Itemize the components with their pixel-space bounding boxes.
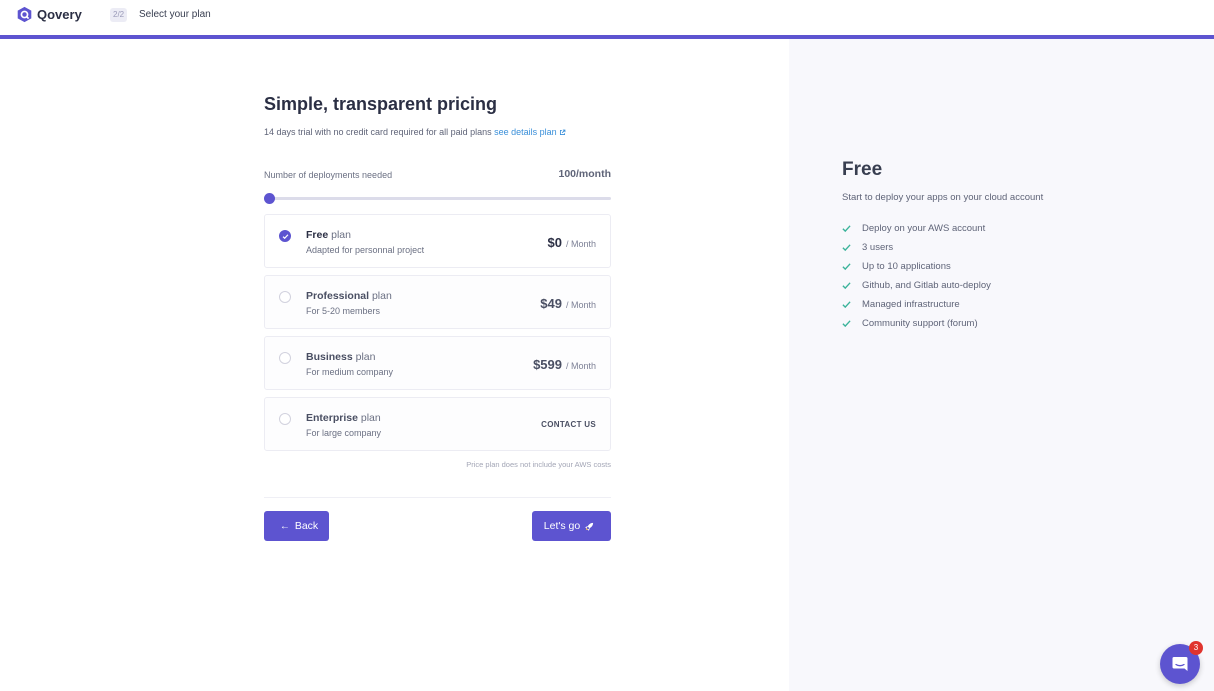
page-subtitle: 14 days trial with no credit card requir… — [264, 127, 566, 137]
plan-name-suffix: plan — [360, 412, 381, 424]
chat-launcher-button[interactable]: 3 — [1160, 641, 1203, 684]
divider — [264, 497, 611, 498]
summary-title: Free — [842, 159, 883, 180]
plan-radio-business[interactable] — [279, 352, 291, 364]
plan-radio-professional[interactable] — [279, 291, 291, 303]
plan-description: For large company — [306, 428, 382, 438]
plan-description: For medium company — [306, 367, 394, 377]
plan-list: Free plan Adapted for personnal project … — [264, 214, 611, 458]
deployments-label: Number of deployments needed — [264, 170, 393, 180]
plan-name-strong: Free — [306, 229, 329, 241]
plan-name: Free plan — [306, 229, 351, 241]
deployments-value: 100/month — [558, 168, 611, 180]
plan-description: For 5-20 members — [306, 306, 381, 316]
summary-subtitle: Start to deploy your apps on your cloud … — [842, 192, 1044, 203]
check-icon — [842, 320, 851, 328]
subtitle-text: 14 days trial with no credit card requir… — [264, 127, 492, 137]
plan-summary-panel: Free Start to deploy your apps on your c… — [789, 39, 1214, 691]
lets-go-button-label: Let's go — [543, 520, 581, 532]
lets-go-button[interactable]: Let's go — [532, 511, 611, 541]
page-title: Simple, transparent pricing — [264, 94, 498, 114]
check-icon — [842, 225, 851, 233]
details-plan-link[interactable]: see details plan — [494, 127, 566, 137]
plan-name-suffix: plan — [331, 229, 351, 241]
plan-radio-free[interactable] — [279, 230, 291, 242]
feature-text: Github, and Gitlab auto-deploy — [862, 280, 991, 291]
price-period: / Month — [565, 361, 596, 371]
plan-name-strong: Business — [306, 351, 353, 363]
brand-logo[interactable]: Qovery — [16, 6, 82, 23]
step-title: Select your plan — [139, 9, 211, 20]
price-amount: $49 — [540, 296, 562, 311]
plan-name-strong: Professional — [306, 290, 370, 302]
check-icon — [282, 234, 289, 240]
back-button[interactable]: ← Back — [264, 511, 329, 541]
contact-us-link[interactable]: CONTACT US — [541, 420, 596, 429]
plan-name-strong: Enterprise — [306, 412, 358, 424]
plan-name: Business plan — [306, 351, 375, 363]
plan-description: Adapted for personnal project — [306, 245, 425, 255]
chat-icon — [1172, 657, 1188, 671]
feature-list: Deploy on your AWS account 3 users Up to… — [842, 219, 991, 333]
plan-price: $599 / Month — [533, 357, 596, 372]
feature-item: Up to 10 applications — [842, 257, 991, 276]
plan-option-free[interactable]: Free plan Adapted for personnal project … — [264, 214, 611, 268]
step-counter: 2/2 — [110, 8, 128, 22]
feature-text: Up to 10 applications — [862, 261, 951, 272]
feature-text: Managed infrastructure — [862, 299, 960, 310]
plan-option-professional[interactable]: Professional plan For 5-20 members $49 /… — [264, 275, 611, 329]
top-bar: Qovery 2/2 Select your plan — [0, 0, 1214, 39]
deployments-slider-track[interactable] — [264, 197, 611, 200]
brand-name: Qovery — [37, 7, 82, 22]
plan-name: Professional plan — [306, 290, 392, 302]
price-amount: $599 — [533, 357, 562, 372]
plan-option-business[interactable]: Business plan For medium company $599 / … — [264, 336, 611, 390]
deployments-slider-thumb[interactable] — [264, 193, 275, 204]
rocket-icon — [585, 522, 594, 531]
feature-text: Community support (forum) — [862, 318, 978, 329]
price-amount: $0 — [547, 235, 562, 250]
feature-item: Deploy on your AWS account — [842, 219, 991, 238]
feature-item: Github, and Gitlab auto-deploy — [842, 276, 991, 295]
plan-name-suffix: plan — [371, 290, 392, 302]
plan-option-enterprise[interactable]: Enterprise plan For large company CONTAC… — [264, 397, 611, 451]
pricing-note: Price plan does not include your AWS cos… — [466, 460, 611, 469]
feature-text: 3 users — [862, 242, 894, 253]
arrow-left-icon: ← — [279, 520, 290, 532]
check-icon — [842, 263, 851, 271]
feature-item: Managed infrastructure — [842, 295, 991, 314]
feature-item: 3 users — [842, 238, 991, 257]
plan-name-suffix: plan — [355, 351, 376, 363]
check-icon — [842, 244, 851, 252]
price-period: / Month — [565, 239, 596, 249]
check-icon — [842, 282, 851, 290]
external-link-icon — [559, 129, 566, 136]
check-icon — [842, 301, 851, 309]
back-button-label: Back — [294, 520, 319, 532]
qovery-logo-icon — [17, 6, 32, 23]
chat-unread-badge: 3 — [1189, 641, 1203, 655]
plan-price: $0 / Month — [548, 235, 596, 250]
plan-name: Enterprise plan — [306, 412, 381, 424]
plan-radio-enterprise[interactable] — [279, 413, 291, 425]
feature-item: Community support (forum) — [842, 314, 991, 333]
price-period: / Month — [565, 300, 596, 310]
details-plan-link-label: see details plan — [494, 127, 557, 137]
feature-text: Deploy on your AWS account — [862, 223, 986, 234]
plan-price: $49 / Month — [540, 296, 596, 311]
